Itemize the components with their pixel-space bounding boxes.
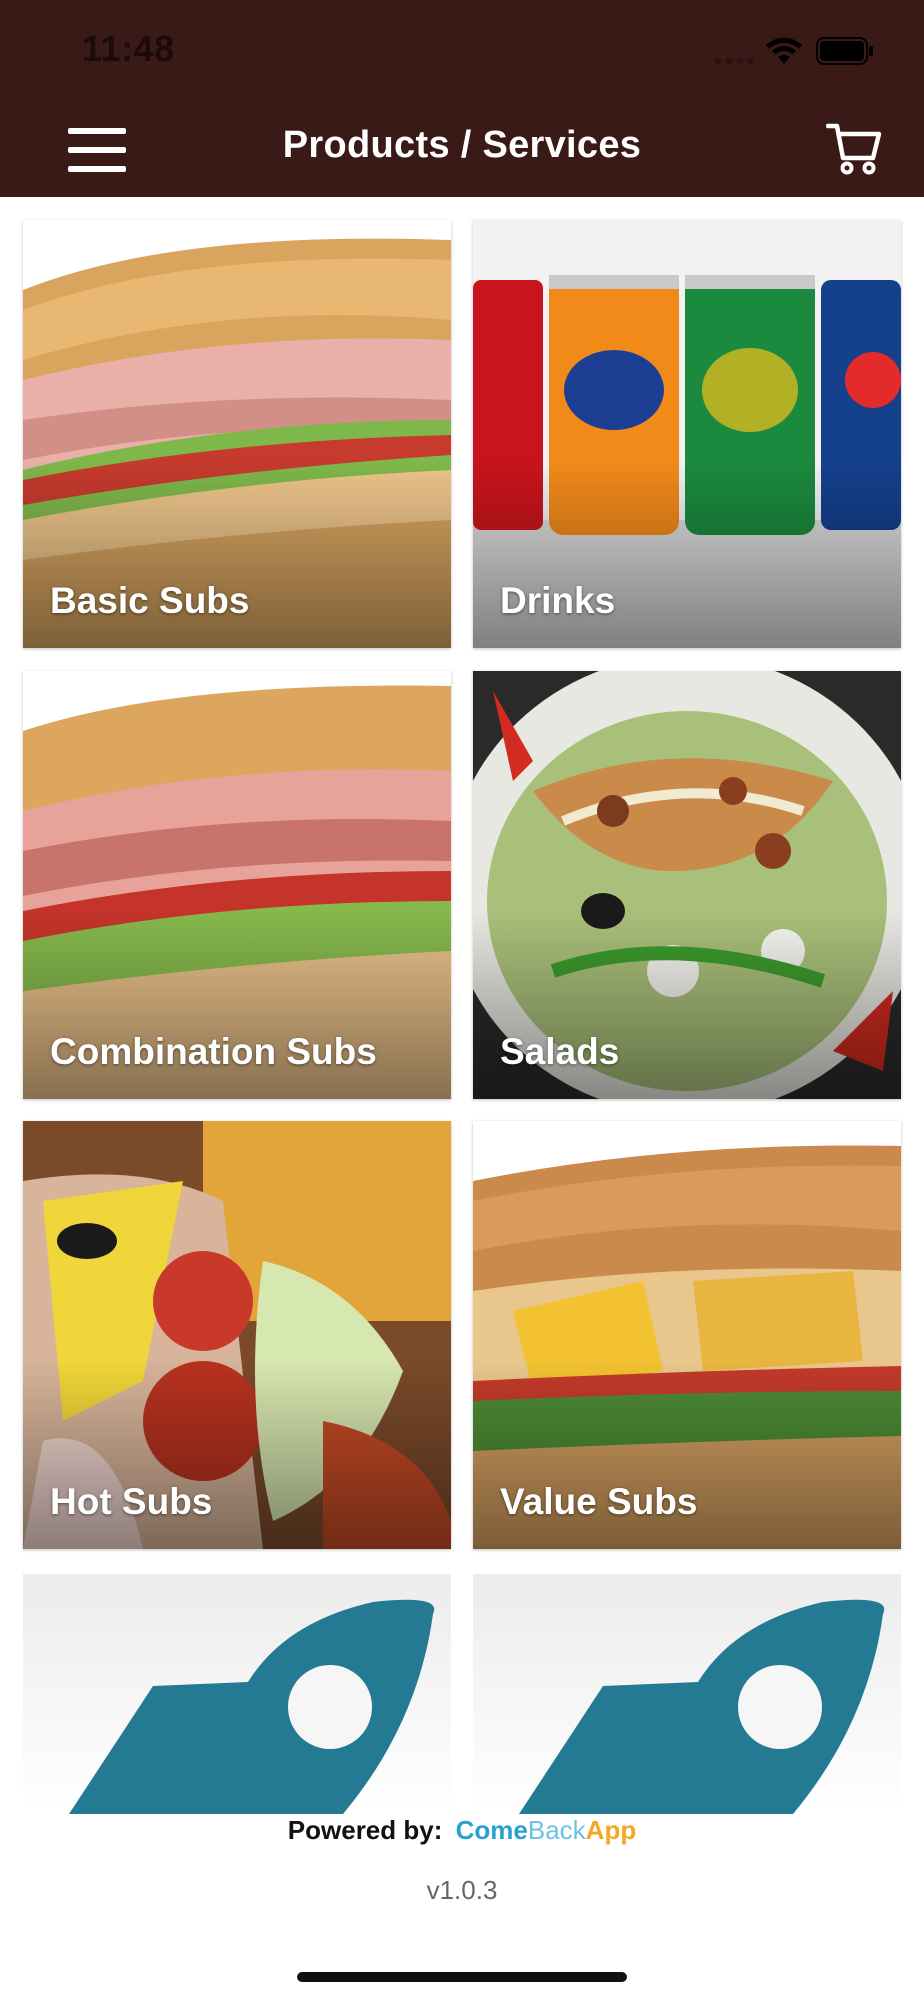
cart-icon (825, 123, 882, 175)
app-version: v1.0.3 (426, 1875, 498, 1905)
home-indicator[interactable] (297, 1972, 627, 1982)
product-tile-placeholder[interactable] (23, 1574, 451, 1814)
product-label: Drinks (500, 580, 616, 621)
product-tile-drinks[interactable]: Drinks (473, 220, 901, 648)
page-title: Products / Services (282, 124, 642, 166)
signal-icon (714, 57, 755, 65)
product-tile-hot-subs[interactable]: Hot Subs (23, 1121, 451, 1549)
product-label: Basic Subs (50, 580, 250, 621)
powered-by-label: Powered by: (287, 1815, 443, 1845)
product-tile-placeholder[interactable] (473, 1574, 901, 1814)
product-tile-basic-subs[interactable]: Basic Subs (23, 220, 451, 648)
product-label: Salads (500, 1031, 620, 1072)
powered-by: Powered by: ComeBackApp (0, 1815, 924, 1846)
cart-button[interactable] (825, 120, 882, 176)
brand-part-come: Come (455, 1815, 528, 1845)
product-label: Hot Subs (50, 1481, 213, 1522)
brand-part-app: App (585, 1815, 637, 1845)
product-tile-value-subs[interactable]: Value Subs (473, 1121, 901, 1549)
product-tile-combination-subs[interactable]: Combination Subs (23, 671, 451, 1099)
header: Products / Services (0, 100, 924, 197)
battery-icon (816, 37, 873, 65)
brand-part-back: Back (527, 1815, 586, 1845)
rocket-placeholder-icon (69, 1599, 435, 1814)
status-time: 11:48 (82, 28, 175, 69)
wifi-icon (766, 37, 802, 64)
product-label: Combination Subs (50, 1031, 377, 1072)
product-label: Value Subs (500, 1481, 698, 1522)
comebackapp-link[interactable]: ComeBackApp (456, 1815, 637, 1845)
status-bar: 11:48 (0, 0, 924, 100)
product-tile-salads[interactable]: Salads (473, 671, 901, 1099)
rocket-placeholder-icon (519, 1599, 885, 1814)
